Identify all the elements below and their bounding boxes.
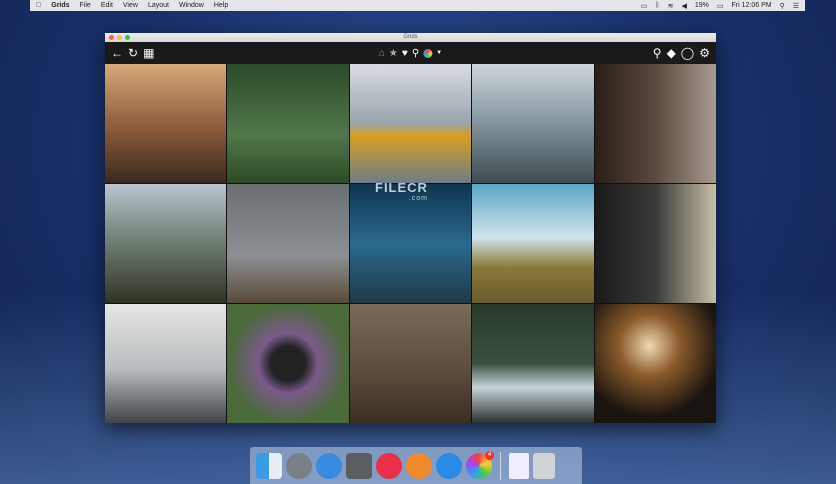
chat-icon[interactable]: ◯ [681, 46, 694, 60]
window-title: Grids [403, 34, 418, 40]
search-icon[interactable]: ⚲ [653, 46, 662, 60]
dock-app-store[interactable] [436, 452, 462, 479]
photo-tile[interactable] [349, 304, 472, 423]
menu-edit[interactable]: Edit [101, 2, 113, 9]
photo-tile[interactable] [594, 304, 716, 423]
apple-icon[interactable]:  [36, 2, 41, 9]
clock[interactable]: Fri 12:06 PM [732, 2, 772, 10]
photo-tile[interactable] [349, 64, 472, 183]
heart-icon[interactable]: ♥ [402, 48, 408, 59]
photo-tile[interactable] [105, 304, 227, 423]
location-pin-icon[interactable]: ⚲ [412, 48, 419, 59]
photo-tile[interactable] [227, 304, 349, 423]
refresh-icon[interactable]: ↻ [128, 46, 138, 60]
star-icon[interactable]: ★ [389, 48, 398, 59]
minimize-button[interactable] [117, 35, 122, 40]
bluetooth-icon[interactable]: ᛒ [655, 2, 659, 10]
dock-ibooks[interactable] [406, 452, 432, 479]
watermark: FILECR .com [375, 180, 428, 202]
photo-tile[interactable] [472, 64, 594, 183]
photo-tile[interactable] [472, 304, 594, 423]
menu-view[interactable]: View [123, 2, 138, 9]
back-arrow-icon[interactable]: ← [111, 46, 123, 60]
dock-trash[interactable] [533, 452, 555, 479]
dock-launchpad[interactable] [286, 452, 312, 479]
spotlight-icon[interactable]: ⚲ [780, 2, 785, 10]
toolbar: ← ↻ ▦ ⌂ ★ ♥ ⚲ ▼ ⚲ ◆ ◯ ⚙ [105, 42, 716, 64]
notification-center-icon[interactable]: ☰ [793, 2, 799, 10]
menu-file[interactable]: File [80, 2, 91, 9]
photo-tile[interactable] [227, 184, 349, 303]
photo-grid [105, 64, 716, 423]
photo-tile[interactable] [105, 184, 227, 303]
photo-tile[interactable] [594, 64, 716, 183]
dock-itunes[interactable] [376, 452, 402, 479]
chevron-down-icon[interactable]: ▼ [436, 50, 442, 56]
photo-tile[interactable] [227, 64, 349, 183]
dock-system-preferences[interactable] [346, 452, 372, 479]
title-bar: Grids [105, 33, 716, 42]
dock-grids[interactable]: 4 [466, 450, 494, 479]
photo-tile[interactable] [105, 64, 227, 183]
wifi-icon[interactable]: ≋ [668, 2, 674, 10]
menu-help[interactable]: Help [214, 2, 228, 9]
volume-icon[interactable]: ◀ [681, 2, 686, 10]
battery-percent[interactable]: 19% [695, 2, 709, 10]
battery-icon: ▭ [716, 2, 724, 10]
dock-documents[interactable] [509, 452, 529, 479]
menu-layout[interactable]: Layout [148, 2, 169, 9]
menu-app[interactable]: Grids [51, 2, 69, 9]
grids-window: Grids ← ↻ ▦ ⌂ ★ ♥ ⚲ ▼ ⚲ ◆ ◯ ⚙ [105, 33, 716, 423]
airplay-icon[interactable]: ▭ [641, 2, 648, 10]
photo-tile[interactable] [472, 184, 594, 303]
zoom-button[interactable] [125, 35, 130, 40]
notification-badge: 4 [485, 450, 494, 460]
gear-icon[interactable]: ⚙ [699, 46, 710, 60]
account-avatar[interactable] [423, 48, 433, 58]
dock: 4 [250, 447, 582, 484]
menu-bar:  Grids File Edit View Layout Window Hel… [30, 0, 805, 11]
close-button[interactable] [109, 35, 114, 40]
grid-icon[interactable]: ▦ [143, 46, 154, 60]
tag-icon[interactable]: ◆ [667, 46, 676, 60]
dock-separator [500, 451, 501, 480]
home-icon[interactable]: ⌂ [379, 48, 385, 59]
dock-safari[interactable] [316, 452, 342, 479]
photo-tile[interactable] [594, 184, 716, 303]
menu-window[interactable]: Window [179, 2, 204, 9]
dock-finder[interactable] [256, 452, 282, 479]
